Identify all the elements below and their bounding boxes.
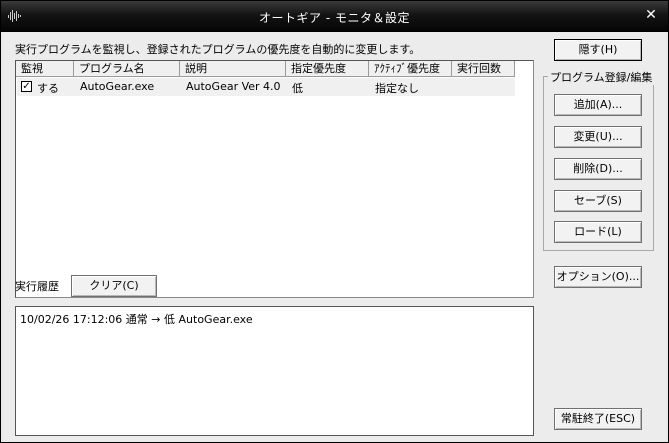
clear-button[interactable]: クリア(C): [71, 275, 157, 297]
column-header-program[interactable]: プログラム名: [74, 61, 180, 77]
cell-description: AutoGear Ver 4.0: [186, 80, 281, 93]
change-button[interactable]: 変更(U)...: [554, 126, 642, 148]
cell-monitor: する: [37, 82, 59, 95]
description-text: 実行プログラムを監視し、登録されたプログラムの優先度を自動的に変更します。: [15, 43, 421, 56]
monitor-checkbox[interactable]: ✓: [21, 81, 32, 92]
client-area: 実行プログラムを監視し、登録されたプログラムの優先度を自動的に変更します。 監視…: [3, 32, 666, 441]
column-header-monitor[interactable]: 監視: [16, 61, 74, 77]
column-header-priority[interactable]: 指定優先度: [286, 61, 369, 77]
cell-priority: 低: [292, 82, 303, 95]
group-label: プログラム登録/編集: [548, 69, 655, 85]
main-window: オートギア - モニタ＆設定 ✕ 実行プログラムを監視し、登録されたプログラムの…: [0, 0, 669, 443]
column-header-active-priority[interactable]: ｱｸﾃｨﾌﾞ優先度: [369, 61, 452, 77]
list-header: 監視 プログラム名 説明 指定優先度 ｱｸﾃｨﾌﾞ優先度 実行回数: [16, 61, 533, 78]
cell-program: AutoGear.exe: [80, 80, 155, 93]
save-button[interactable]: セーブ(S): [554, 190, 642, 212]
cell-active-priority: 指定なし: [375, 82, 419, 95]
list-row[interactable]: ✓ する AutoGear.exe AutoGear Ver 4.0 低 指定な…: [17, 78, 515, 96]
hide-button[interactable]: 隠す(H): [554, 39, 642, 61]
add-button[interactable]: 追加(A)...: [554, 94, 642, 116]
column-header-count[interactable]: 実行回数: [452, 61, 515, 77]
history-label: 実行履歴: [15, 280, 59, 293]
program-list[interactable]: 監視 プログラム名 説明 指定優先度 ｱｸﾃｨﾌﾞ優先度 実行回数 ✓ する A…: [15, 60, 534, 298]
window-title: オートギア - モニタ＆設定: [259, 11, 410, 25]
load-button[interactable]: ロード(L): [554, 221, 642, 243]
history-entry: 10/02/26 17:12:06 通常 → 低 AutoGear.exe: [20, 313, 253, 326]
title-bar[interactable]: オートギア - モニタ＆設定 ✕: [1, 1, 668, 32]
exit-resident-button[interactable]: 常駐終了(ESC): [554, 408, 642, 430]
delete-button[interactable]: 削除(D)...: [554, 158, 642, 180]
close-icon[interactable]: ✕: [642, 6, 660, 24]
history-log[interactable]: 10/02/26 17:12:06 通常 → 低 AutoGear.exe: [15, 306, 534, 436]
options-button[interactable]: オプション(O)...: [554, 266, 642, 288]
column-header-description[interactable]: 説明: [180, 61, 286, 77]
